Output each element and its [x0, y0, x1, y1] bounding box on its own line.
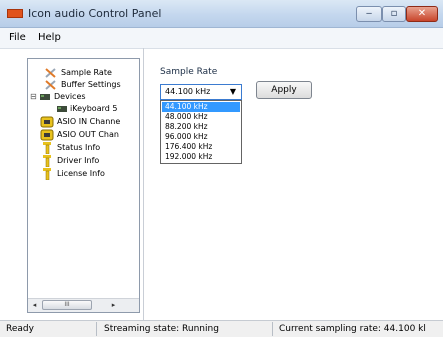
navigation-tree[interactable]: Sample Rate Buffer Settings ⊟ Devices iK…: [27, 58, 140, 313]
tree-item-label: Sample Rate: [61, 68, 112, 77]
scroll-left-icon[interactable]: ◂: [29, 300, 40, 311]
dropdown-option[interactable]: 96.000 kHz: [162, 132, 240, 142]
scroll-thumb[interactable]: III: [42, 300, 92, 310]
menu-file[interactable]: File: [9, 32, 26, 43]
tree-item-label: iKeyboard 5: [70, 104, 118, 113]
panel-divider[interactable]: [143, 48, 144, 320]
tree-item-label: Devices: [54, 92, 86, 101]
maximize-button[interactable]: ▫: [382, 6, 406, 22]
close-icon: ✕: [417, 8, 427, 19]
menu-bar: File Help: [0, 28, 443, 49]
app-icon: [7, 9, 23, 18]
tree-item-label: Driver Info: [57, 156, 100, 165]
sample-rate-dropdown: 44.100 kHz 48.000 kHz 88.200 kHz 96.000 …: [160, 100, 242, 164]
tree-item-label: Status Info: [57, 143, 101, 152]
tree-item-label: Buffer Settings: [61, 80, 121, 89]
window-title: Icon audio Control Panel: [28, 7, 162, 20]
tree-item-label: ASIO OUT Chan: [57, 130, 119, 139]
tree-item-label: License Info: [57, 169, 105, 178]
status-separator: [272, 322, 273, 336]
device-icon: [39, 91, 51, 107]
title-bar: Icon audio Control Panel ‒ ▫ ✕: [0, 0, 443, 28]
tree-item-label: ASIO IN Channe: [57, 117, 121, 126]
collapse-icon[interactable]: ⊟: [30, 91, 37, 103]
minimize-button[interactable]: ‒: [356, 6, 382, 22]
close-button[interactable]: ✕: [406, 6, 438, 22]
minimize-icon: ‒: [365, 8, 373, 19]
maximize-icon: ▫: [390, 8, 398, 19]
sample-rate-select[interactable]: 44.100 kHz ▼: [160, 84, 242, 100]
tree-horizontal-scrollbar[interactable]: ◂ III ▸: [28, 298, 139, 312]
chevron-down-icon[interactable]: ▼: [226, 86, 240, 98]
dropdown-option[interactable]: 48.000 kHz: [162, 112, 240, 122]
scroll-right-icon[interactable]: ▸: [108, 300, 119, 311]
status-separator: [96, 322, 97, 336]
dropdown-option[interactable]: 176.400 kHz: [162, 142, 240, 152]
sample-rate-label: Sample Rate: [160, 67, 218, 77]
dropdown-option[interactable]: 88.200 kHz: [162, 122, 240, 132]
menu-help[interactable]: Help: [38, 32, 61, 43]
info-icon: [40, 168, 54, 184]
dropdown-option[interactable]: 192.000 kHz: [162, 152, 240, 162]
apply-button[interactable]: Apply: [256, 81, 312, 99]
dropdown-option[interactable]: 44.100 kHz: [162, 102, 240, 112]
status-current-rate: Current sampling rate: 44.100 kl: [279, 324, 426, 334]
sample-rate-value: 44.100 kHz: [165, 87, 211, 96]
status-streaming: Streaming state: Running: [104, 324, 219, 334]
status-ready: Ready: [6, 324, 34, 334]
status-bar: Ready Streaming state: Running Current s…: [0, 320, 443, 337]
